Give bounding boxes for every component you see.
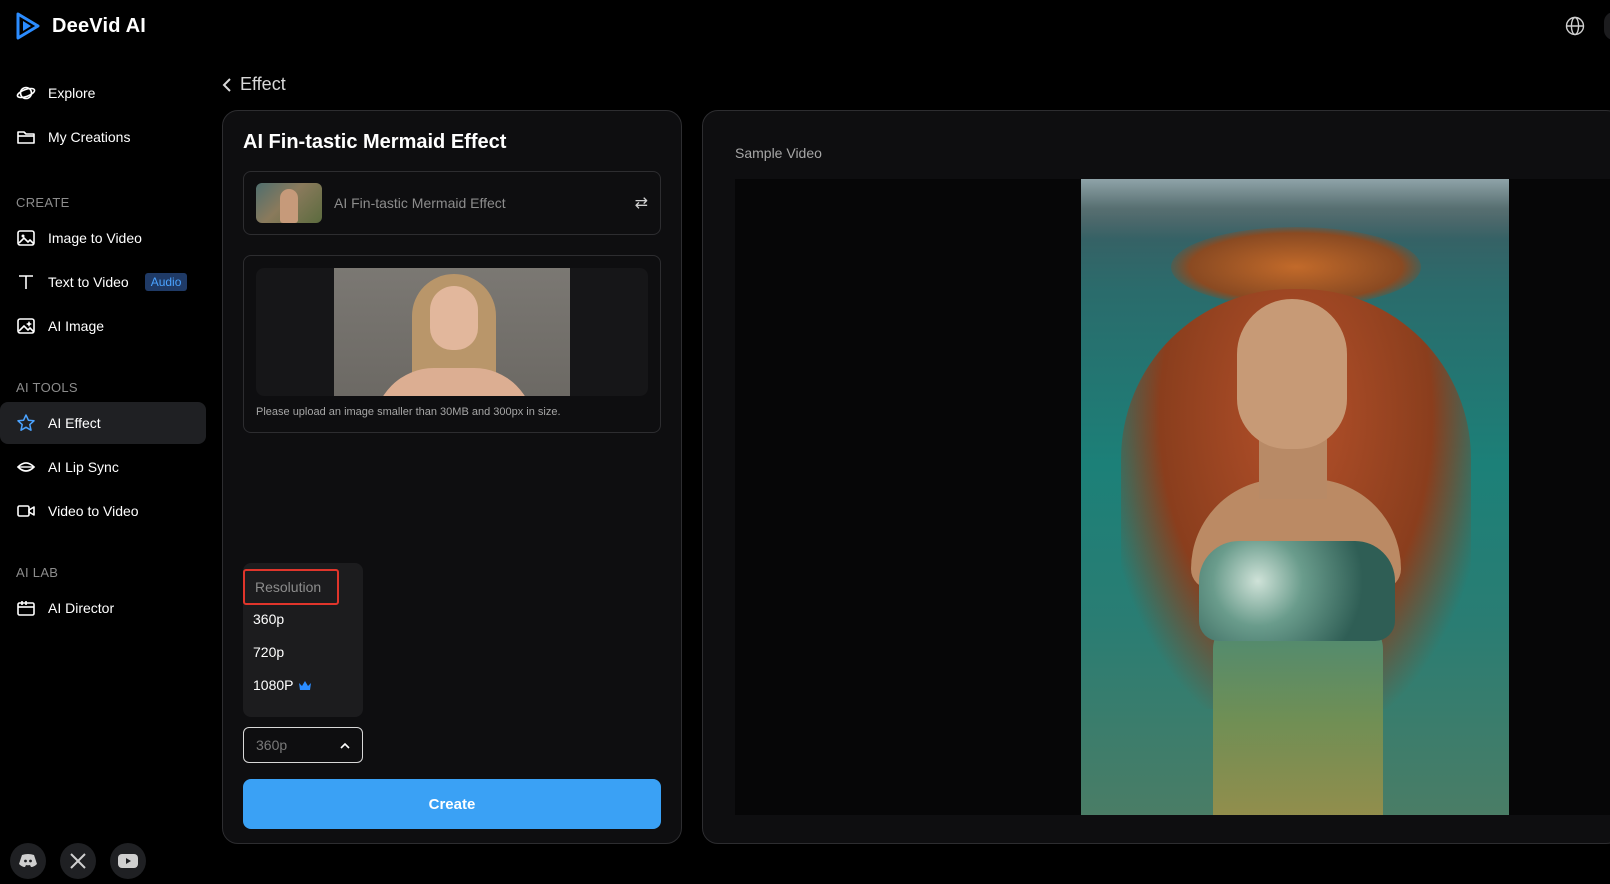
sample-video-frame bbox=[1081, 179, 1509, 815]
page-title: AI Fin-tastic Mermaid Effect bbox=[243, 131, 507, 153]
resolution-dropdown-menu: Resolution 360p 720p 1080P bbox=[243, 563, 363, 717]
sidebar-item-ai-image[interactable]: AI Image bbox=[0, 305, 206, 347]
image-upload-area[interactable]: Please upload an image smaller than 30MB… bbox=[243, 255, 661, 433]
clapperboard-icon bbox=[17, 601, 35, 616]
social-links bbox=[10, 843, 146, 879]
sample-video-player[interactable] bbox=[735, 179, 1610, 815]
uploaded-image-preview bbox=[256, 268, 648, 396]
sidebar-item-image-to-video[interactable]: Image to Video bbox=[0, 217, 206, 259]
x-link[interactable] bbox=[60, 843, 96, 879]
ai-image-icon bbox=[17, 318, 35, 334]
audio-badge: Audio bbox=[144, 273, 188, 291]
portrait-image bbox=[334, 268, 570, 396]
sidebar-item-my-creations[interactable]: My Creations bbox=[0, 116, 206, 158]
crown-icon bbox=[299, 680, 312, 690]
sidebar-item-explore[interactable]: Explore bbox=[0, 72, 206, 114]
sidebar-item-ai-lip-sync[interactable]: AI Lip Sync bbox=[0, 446, 206, 488]
sidebar-item-video-to-video[interactable]: Video to Video bbox=[0, 490, 206, 532]
sample-video-label: Sample Video bbox=[735, 145, 822, 161]
sidebar-item-label: Video to Video bbox=[48, 503, 139, 519]
discord-link[interactable] bbox=[10, 843, 46, 879]
sidebar-item-label: AI Director bbox=[48, 600, 115, 616]
section-label-create: CREATE bbox=[16, 195, 70, 210]
text-icon bbox=[19, 275, 33, 289]
resolution-option-360p[interactable]: 360p bbox=[253, 611, 284, 627]
sidebar-item-label: AI Effect bbox=[48, 415, 101, 431]
image-icon bbox=[17, 230, 35, 246]
sidebar-item-label: AI Image bbox=[48, 318, 105, 334]
option-label: 720p bbox=[253, 644, 285, 660]
app-logo[interactable]: DeeVid AI bbox=[14, 12, 146, 40]
video-camera-icon bbox=[17, 505, 35, 517]
sidebar-item-ai-effect[interactable]: AI Effect bbox=[0, 402, 206, 444]
back-label: Effect bbox=[240, 74, 286, 94]
resolution-select[interactable]: 360p bbox=[243, 727, 363, 763]
discord-icon bbox=[19, 854, 37, 867]
create-button[interactable]: Create bbox=[243, 779, 661, 829]
sidebar-item-label: Text to Video bbox=[48, 274, 129, 290]
sidebar-item-label: Explore bbox=[48, 85, 96, 101]
sidebar-item-label: AI Lip Sync bbox=[48, 459, 119, 475]
resolution-menu-header: Resolution bbox=[243, 569, 339, 605]
option-label: 360p bbox=[253, 611, 285, 627]
youtube-icon bbox=[118, 854, 138, 868]
section-label-ai-lab: AI LAB bbox=[16, 565, 59, 580]
resolution-option-1080p[interactable]: 1080P bbox=[253, 677, 312, 693]
sidebar-item-label: Image to Video bbox=[48, 230, 142, 246]
effect-thumbnail bbox=[256, 183, 322, 223]
back-link[interactable]: Effect bbox=[222, 74, 286, 95]
user-menu-button[interactable] bbox=[1604, 12, 1610, 40]
option-label: 1080P bbox=[253, 677, 294, 693]
swap-icon[interactable]: ⇄ bbox=[635, 193, 648, 213]
deevid-logo-icon bbox=[16, 12, 40, 40]
star-icon bbox=[17, 414, 35, 431]
globe-icon[interactable] bbox=[1565, 16, 1585, 36]
youtube-link[interactable] bbox=[110, 843, 146, 879]
lips-icon bbox=[16, 462, 36, 472]
chevron-up-icon bbox=[340, 742, 350, 749]
app-name: DeeVid AI bbox=[52, 14, 147, 37]
resolution-option-720p[interactable]: 720p bbox=[253, 644, 284, 660]
x-icon bbox=[70, 853, 86, 869]
planet-icon bbox=[16, 86, 36, 100]
chevron-left-icon bbox=[222, 77, 231, 92]
sample-video-panel: Sample Video bbox=[702, 110, 1610, 844]
effect-panel: AI Fin-tastic Mermaid Effect AI Fin-tast… bbox=[222, 110, 682, 844]
sidebar-item-label: My Creations bbox=[48, 129, 131, 145]
upload-hint: Please upload an image smaller than 30MB… bbox=[256, 406, 561, 418]
resolution-selected-value: 360p bbox=[256, 737, 288, 753]
effect-name: AI Fin-tastic Mermaid Effect bbox=[334, 195, 506, 211]
effect-selector[interactable]: AI Fin-tastic Mermaid Effect ⇄ bbox=[243, 171, 661, 235]
section-label-ai-tools: AI TOOLS bbox=[16, 380, 78, 395]
sidebar-item-text-to-video[interactable]: Text to Video Audio bbox=[0, 261, 206, 303]
folder-icon bbox=[17, 131, 35, 144]
sidebar-item-ai-director[interactable]: AI Director bbox=[0, 587, 206, 629]
